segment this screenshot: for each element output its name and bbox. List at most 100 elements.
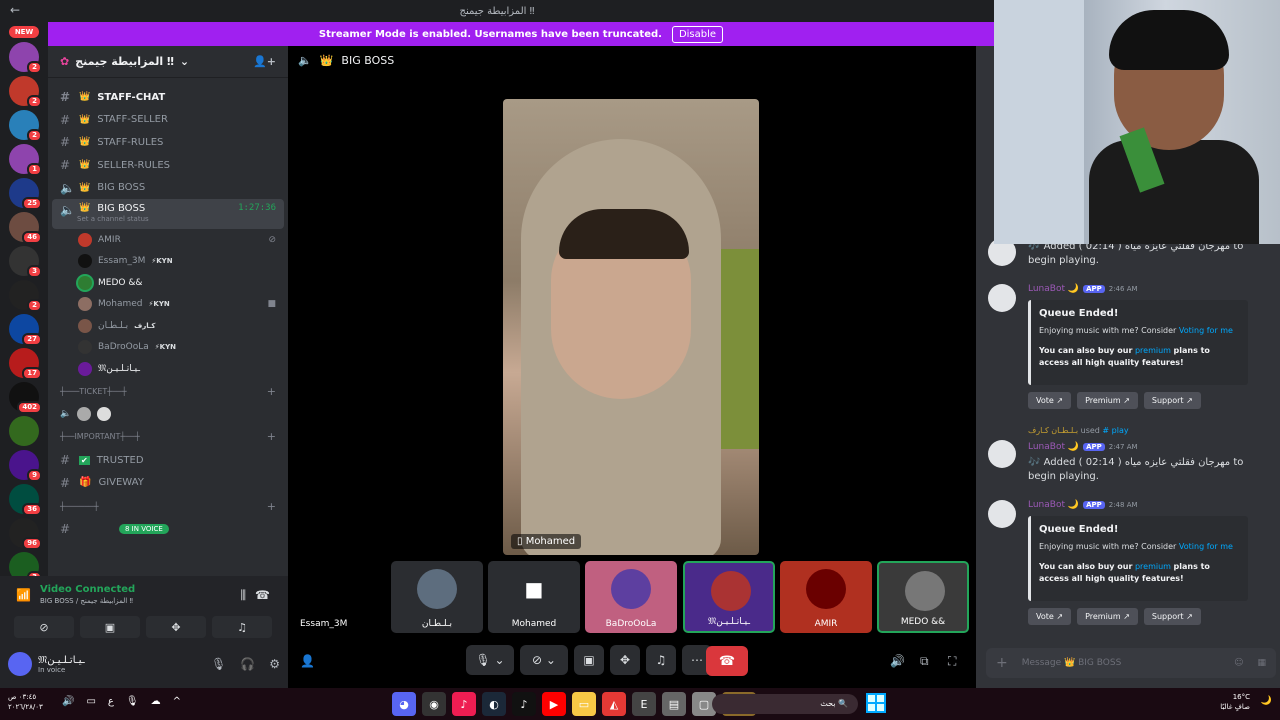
screen-share-button[interactable]: ▣: [80, 616, 140, 638]
channel-staff-seller[interactable]: # 👑 STAFF-SELLER: [48, 109, 288, 132]
emoji-icon[interactable]: ☺: [1234, 658, 1243, 668]
screen-share-button[interactable]: ▣: [574, 645, 604, 675]
obs-icon[interactable]: ◉: [422, 692, 446, 716]
message-input[interactable]: + Message 👑 BIG BOSS ☺ ▦: [986, 648, 1276, 678]
server-icon[interactable]: 9: [9, 450, 42, 482]
server-icon[interactable]: 27: [9, 314, 42, 346]
in-voice-pill[interactable]: 8 IN VOICE: [119, 524, 169, 535]
add-channel-icon[interactable]: +: [267, 385, 276, 398]
server-icon[interactable]: 402: [9, 382, 42, 414]
participant-tile[interactable]: AMIR: [780, 561, 872, 633]
youtube-icon[interactable]: ▶: [542, 692, 566, 716]
headphones-icon[interactable]: 🎧: [240, 657, 255, 671]
premium-link[interactable]: premium: [1135, 562, 1171, 571]
server-icon[interactable]: 46: [9, 212, 42, 244]
tiktok-live-icon[interactable]: ♪: [452, 692, 476, 716]
gear-icon[interactable]: ⚙: [269, 657, 280, 671]
cloud-icon[interactable]: ☁: [151, 696, 161, 707]
disconnect-button[interactable]: ☎: [706, 646, 748, 676]
noise-icon[interactable]: ⫼: [240, 588, 246, 603]
tiktok-icon[interactable]: ♪: [512, 692, 536, 716]
main-video-feed[interactable]: ▯ Mohamed: [503, 99, 759, 555]
participant-tile[interactable]: MEDO &&: [877, 561, 969, 633]
support-button[interactable]: Support ↗: [1143, 608, 1201, 625]
voice-user[interactable]: Mohamed ⚡KYN ■: [48, 293, 288, 315]
steam-icon[interactable]: ◐: [482, 692, 506, 716]
participant-tile[interactable]: بـلـطـان: [391, 561, 483, 633]
command-link[interactable]: # play: [1102, 426, 1128, 435]
participant-tile[interactable]: 𝔐ـيـاتـلـيـن: [683, 561, 775, 633]
support-button[interactable]: Support ↗: [1143, 392, 1201, 409]
volume-icon[interactable]: 🔊: [890, 654, 905, 668]
app-icon[interactable]: ◭: [602, 692, 626, 716]
folder-icon[interactable]: ▭: [572, 692, 596, 716]
apps-icon[interactable]: ▦: [1257, 658, 1266, 668]
back-arrow-icon[interactable]: ←: [10, 3, 20, 17]
microphone-icon[interactable]: 🎙: [211, 657, 226, 671]
windows-start-icon[interactable]: [866, 693, 886, 713]
discord-icon[interactable]: ◕: [392, 692, 416, 716]
vote-link[interactable]: Voting for me: [1179, 326, 1233, 335]
store-icon[interactable]: ▤: [662, 692, 686, 716]
server-icon[interactable]: [9, 416, 39, 446]
vote-button[interactable]: Vote ↗: [1028, 392, 1072, 409]
disconnect-icon[interactable]: ☎: [255, 588, 270, 602]
fullscreen-icon[interactable]: ⛶: [948, 654, 956, 669]
category-important[interactable]: ┼──IMPORTANT┼──┼ +: [48, 425, 288, 449]
popout-icon[interactable]: ⧉: [920, 654, 929, 669]
channel-trusted[interactable]: # ✔ TRUSTED: [48, 449, 288, 472]
vote-link[interactable]: Voting for me: [1179, 542, 1233, 551]
channel-status[interactable]: Set a channel status: [77, 215, 149, 223]
add-channel-icon[interactable]: +: [267, 430, 276, 443]
weather-widget[interactable]: 16°C صافٍ غالبًا: [1220, 692, 1250, 712]
disable-button[interactable]: Disable: [671, 25, 724, 43]
microphone-button[interactable]: 🎙 ⌄: [466, 645, 514, 675]
ticket-voice-row[interactable]: 🔈: [48, 403, 288, 425]
taskbar-search[interactable]: بحث 🔍: [712, 694, 858, 714]
microphone-icon[interactable]: 🎙: [126, 696, 139, 707]
network-icon[interactable]: ▭: [86, 696, 95, 707]
camera-off-button[interactable]: ⊘: [14, 616, 74, 638]
server-icon[interactable]: 25: [9, 178, 42, 210]
participant-tile[interactable]: ■ Mohamed: [488, 561, 580, 633]
vote-button[interactable]: Vote ↗: [1028, 608, 1072, 625]
channel-big-boss-active[interactable]: 🔈 👑 BIG BOSS 1:27:36 Set a channel status: [52, 198, 284, 229]
channel-giveway[interactable]: # 🎁 GIVEWAY: [48, 472, 288, 495]
server-icon[interactable]: 2: [9, 280, 42, 312]
server-icon[interactable]: 36: [9, 484, 42, 516]
premium-button[interactable]: Premium ↗: [1077, 608, 1138, 625]
server-icon[interactable]: 3: [9, 246, 42, 278]
voice-user[interactable]: 𝔐ـيـاتـلـيـن: [48, 358, 288, 380]
soundboard-button[interactable]: ♫: [646, 645, 676, 675]
add-person-icon[interactable]: 👤: [300, 654, 315, 668]
voice-user[interactable]: بـلـطـان كـارف: [48, 315, 288, 337]
channel-staff-rules[interactable]: # 👑 STAFF-RULES: [48, 131, 288, 154]
participant-tile[interactable]: BaDroOoLa: [585, 561, 677, 633]
volume-icon[interactable]: 🔊: [62, 696, 74, 707]
server-icon[interactable]: 2: [9, 76, 42, 108]
premium-link[interactable]: premium: [1135, 346, 1171, 355]
channel-seller-rules[interactable]: # 👑 SELLER-RULES: [48, 154, 288, 177]
activities-button[interactable]: ✥: [610, 645, 640, 675]
server-icon[interactable]: 2: [9, 110, 42, 142]
voice-user[interactable]: Essam_3M ⚡KYN: [48, 250, 288, 272]
language-icon[interactable]: ع: [108, 696, 114, 707]
activities-button[interactable]: ✥: [146, 616, 206, 638]
voice-user[interactable]: MEDO &&: [48, 272, 288, 294]
guild-header[interactable]: ✿ المزابيطة جيمنج ‼ ⌄ 👤+: [48, 46, 288, 78]
server-icon[interactable]: 2: [9, 42, 42, 74]
server-icon[interactable]: 1: [9, 144, 42, 176]
add-channel-icon[interactable]: +: [267, 500, 276, 513]
epic-icon[interactable]: E: [632, 692, 656, 716]
avatar[interactable]: [8, 652, 32, 676]
premium-button[interactable]: Premium ↗: [1077, 392, 1138, 409]
chevron-up-icon[interactable]: ^: [173, 696, 181, 707]
channel-big-boss-voice[interactable]: 🔈 👑 BIG BOSS: [48, 176, 288, 199]
category-ticket[interactable]: ┼───TICKET┼──┼ +: [48, 379, 288, 403]
server-icon[interactable]: 96: [9, 518, 42, 550]
server-icon[interactable]: 17: [9, 348, 42, 380]
voice-user[interactable]: AMIR ⊘: [48, 229, 288, 251]
voice-user[interactable]: BaDroOoLa ⚡KYN: [48, 336, 288, 358]
camera-off-button[interactable]: ⊘ ⌄: [520, 645, 568, 675]
category-other[interactable]: ┼──────┼ +: [48, 494, 288, 518]
